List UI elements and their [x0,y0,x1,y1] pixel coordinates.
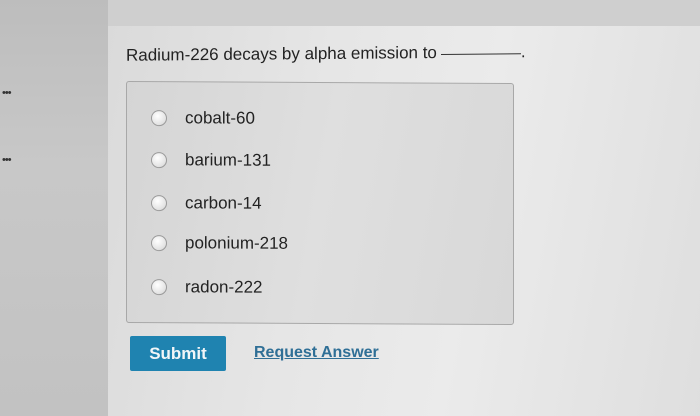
submit-button[interactable]: Submit [130,336,226,371]
question-text: Radium-226 decays by alpha emission to [126,43,437,65]
left-sidebar-strip: ••• ••• [0,0,108,416]
more-dots-icon[interactable]: ••• [2,88,14,99]
option-barium-131[interactable]: barium-131 [151,150,271,171]
top-band [108,0,700,26]
option-label: barium-131 [185,150,271,170]
radio-button-icon[interactable] [151,110,167,127]
radio-button-icon[interactable] [151,235,167,252]
option-label: carbon-14 [185,193,262,213]
option-radon-222[interactable]: radon-222 [151,277,263,298]
option-label: polonium-218 [185,233,289,253]
request-answer-link[interactable]: Request Answer [254,344,379,362]
question-prompt: Radium-226 decays by alpha emission to. [126,42,526,65]
question-suffix: . [520,42,526,62]
answer-blank [440,53,521,55]
radio-button-icon[interactable] [151,152,167,169]
option-label: radon-222 [185,277,263,297]
more-dots-icon[interactable]: ••• [2,155,14,166]
option-polonium-218[interactable]: polonium-218 [151,233,288,254]
option-carbon-14[interactable]: carbon-14 [151,193,262,214]
radio-button-icon[interactable] [151,279,167,296]
option-cobalt-60[interactable]: cobalt-60 [151,108,255,129]
answer-options-box: cobalt-60 barium-131 carbon-14 polonium-… [126,80,514,326]
option-label: cobalt-60 [185,108,255,128]
radio-button-icon[interactable] [151,195,167,212]
